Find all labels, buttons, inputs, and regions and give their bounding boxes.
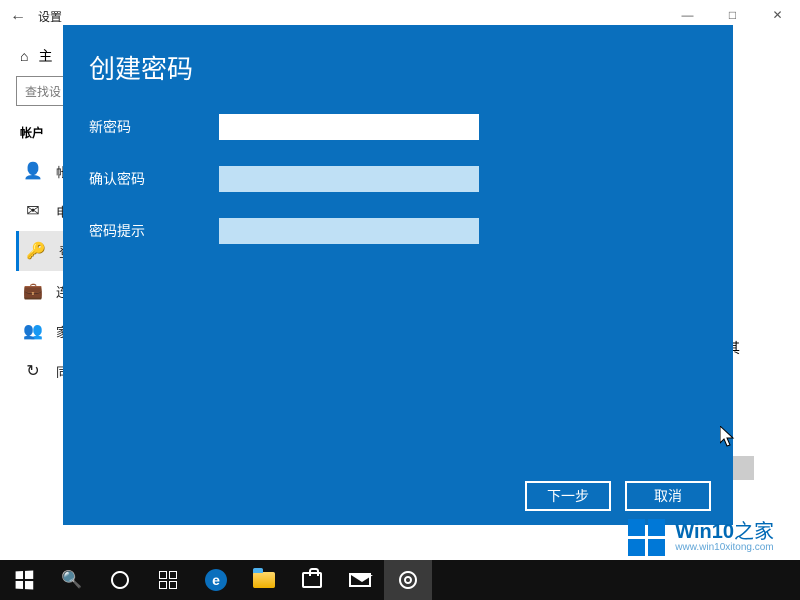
create-password-dialog: 创建密码 新密码 确认密码 密码提示 下一步 取消: [63, 25, 733, 525]
watermark-text: Win10之家 www.win10xitong.com: [675, 522, 774, 553]
dialog-title: 创建密码: [89, 49, 707, 86]
taskbar-settings[interactable]: [384, 560, 432, 600]
start-button[interactable]: [0, 560, 48, 600]
form-row-confirm-password: 确认密码: [89, 166, 707, 192]
windows-logo-icon: [628, 519, 665, 556]
start-icon: [16, 571, 34, 590]
person-card-icon: 👤: [24, 162, 42, 180]
form-row-new-password: 新密码: [89, 114, 707, 140]
new-password-label: 新密码: [89, 117, 219, 137]
search-icon: 🔍: [61, 570, 82, 590]
next-button[interactable]: 下一步: [525, 481, 611, 511]
search-placeholder: 查找设: [25, 83, 61, 100]
task-view-icon: [159, 571, 177, 589]
taskbar-mail[interactable]: [336, 560, 384, 600]
taskbar: 🔍 e: [0, 560, 800, 600]
hint-input[interactable]: [219, 218, 479, 244]
watermark-brand-prefix: Win10: [675, 521, 734, 543]
taskbar-file-explorer[interactable]: [240, 560, 288, 600]
cortana-icon: [111, 571, 129, 589]
close-button[interactable]: ✕: [755, 0, 800, 30]
mail-icon: ✉: [24, 202, 42, 220]
home-label: 主: [38, 46, 52, 66]
sync-icon: ↻: [24, 362, 42, 380]
confirm-password-label: 确认密码: [89, 169, 219, 189]
back-button[interactable]: ←: [4, 2, 32, 30]
people-icon: 👥: [24, 322, 42, 340]
home-icon: ⌂: [20, 48, 28, 64]
confirm-password-input[interactable]: [219, 166, 479, 192]
hint-label: 密码提示: [89, 221, 219, 241]
briefcase-icon: 💼: [24, 282, 42, 300]
window-title: 设置: [38, 8, 62, 25]
folder-icon: [253, 572, 275, 588]
key-icon: 🔑: [27, 242, 45, 260]
cancel-button[interactable]: 取消: [625, 481, 711, 511]
edge-icon: e: [205, 569, 227, 591]
mail-taskbar-icon: [349, 573, 371, 587]
store-icon: [302, 572, 322, 588]
taskbar-cortana[interactable]: [96, 560, 144, 600]
watermark: Win10之家 www.win10xitong.com: [628, 519, 774, 556]
taskbar-store[interactable]: [288, 560, 336, 600]
gear-icon: [399, 571, 417, 589]
new-password-input[interactable]: [219, 114, 479, 140]
watermark-brand-suffix: 之家: [734, 521, 774, 543]
taskbar-search[interactable]: 🔍: [48, 560, 96, 600]
watermark-url: www.win10xitong.com: [675, 542, 774, 553]
form-row-hint: 密码提示: [89, 218, 707, 244]
taskbar-edge[interactable]: e: [192, 560, 240, 600]
dialog-footer: 下一步 取消: [525, 481, 711, 511]
taskbar-task-view[interactable]: [144, 560, 192, 600]
